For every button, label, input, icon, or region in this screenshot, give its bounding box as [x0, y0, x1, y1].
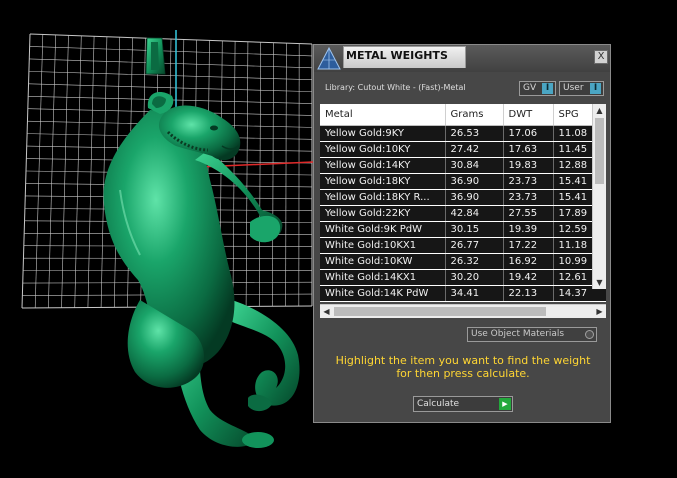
cell-dwt: 27.55: [503, 206, 553, 222]
cell-grams: 26.32: [445, 254, 503, 270]
horizontal-scrollbar[interactable]: ◀ ▶: [320, 304, 606, 318]
radio-indicator-icon: [585, 330, 594, 339]
cell-grams: 34.41: [445, 286, 503, 302]
table-row[interactable]: White Gold:14KX130.2019.4212.61: [320, 270, 606, 286]
cell-grams: 27.42: [445, 142, 503, 158]
table-header-row: Metal Grams DWT SPG: [320, 104, 606, 126]
library-label: Library: Cutout White - (Fast)-Metal: [325, 83, 466, 92]
cell-dwt: 16.92: [503, 254, 553, 270]
cell-dwt: 19.83: [503, 158, 553, 174]
table-row[interactable]: Yellow Gold:9KY26.5317.0611.08: [320, 126, 606, 142]
column-header-dwt[interactable]: DWT: [503, 104, 553, 126]
table-row[interactable]: Yellow Gold:18KY R...36.9023.7315.41: [320, 190, 606, 206]
cell-metal: White Gold:14KX1: [320, 270, 445, 286]
column-header-grams[interactable]: Grams: [445, 104, 503, 126]
cell-metal: Yellow Gold:10KY: [320, 142, 445, 158]
metal-weights-table: Metal Grams DWT SPG Yellow Gold:9KY26.53…: [320, 104, 606, 302]
panel-header: METAL WEIGHTS X: [314, 45, 610, 72]
column-header-metal[interactable]: Metal: [320, 104, 445, 126]
cell-grams: 30.84: [445, 158, 503, 174]
cell-grams: 30.15: [445, 222, 503, 238]
cell-dwt: 17.22: [503, 238, 553, 254]
calculate-label: Calculate: [417, 399, 459, 409]
cell-dwt: 22.13: [503, 286, 553, 302]
cell-dwt: 17.06: [503, 126, 553, 142]
cell-grams: 26.53: [445, 126, 503, 142]
scroll-left-arrow-icon[interactable]: ◀: [320, 305, 333, 318]
close-icon: X: [598, 51, 605, 62]
table-row[interactable]: White Gold:9K PdW30.1519.3912.59: [320, 222, 606, 238]
cell-dwt: 23.73: [503, 174, 553, 190]
cell-grams: 36.90: [445, 190, 503, 206]
cell-metal: White Gold:10KW: [320, 254, 445, 270]
cell-metal: Yellow Gold:9KY: [320, 126, 445, 142]
calculate-button[interactable]: Calculate ▶: [413, 396, 513, 412]
vertical-scroll-thumb[interactable]: [595, 118, 604, 184]
gv-library-toggle[interactable]: GV I: [519, 81, 556, 96]
user-library-toggle[interactable]: User I: [559, 81, 604, 96]
pyramid-logo-icon: [316, 46, 342, 71]
cell-metal: White Gold:14K PdW: [320, 286, 445, 302]
play-icon: ▶: [499, 398, 511, 410]
table-row[interactable]: Yellow Gold:22KY42.8427.5517.89: [320, 206, 606, 222]
instructions-line-2: for then press calculate.: [320, 367, 606, 380]
vertical-scrollbar[interactable]: ▲ ▼: [592, 104, 606, 289]
cell-dwt: 17.63: [503, 142, 553, 158]
scroll-down-arrow-icon[interactable]: ▼: [593, 276, 606, 289]
toggle-indicator-icon: I: [590, 83, 601, 94]
cell-grams: 42.84: [445, 206, 503, 222]
cell-metal: Yellow Gold:18KY R...: [320, 190, 445, 206]
cell-grams: 26.77: [445, 238, 503, 254]
panel-title: METAL WEIGHTS: [343, 46, 466, 68]
use-object-materials-button[interactable]: Use Object Materials: [467, 327, 597, 342]
scroll-right-arrow-icon[interactable]: ▶: [593, 305, 606, 318]
toggle-indicator-icon: I: [542, 83, 553, 94]
cell-metal: Yellow Gold:22KY: [320, 206, 445, 222]
cell-grams: 36.90: [445, 174, 503, 190]
gv-toggle-label: GV: [523, 83, 536, 93]
horizontal-scroll-thumb[interactable]: [334, 307, 546, 316]
table-row[interactable]: White Gold:10KW26.3216.9210.99: [320, 254, 606, 270]
table-row[interactable]: Yellow Gold:14KY30.8419.8312.88: [320, 158, 606, 174]
cell-metal: White Gold:9K PdW: [320, 222, 445, 238]
instructions-text: Highlight the item you want to find the …: [320, 354, 606, 380]
table-row[interactable]: Yellow Gold:18KY36.9023.7315.41: [320, 174, 606, 190]
user-toggle-label: User: [563, 83, 584, 93]
table-row[interactable]: White Gold:10KX126.7717.2211.18: [320, 238, 606, 254]
cell-metal: White Gold:10KX1: [320, 238, 445, 254]
metal-table-container[interactable]: Metal Grams DWT SPG Yellow Gold:9KY26.53…: [320, 104, 606, 302]
close-button[interactable]: X: [594, 50, 608, 64]
cell-dwt: 19.42: [503, 270, 553, 286]
panther-pendant-model[interactable]: [103, 38, 299, 448]
cell-dwt: 23.73: [503, 190, 553, 206]
instructions-line-1: Highlight the item you want to find the …: [320, 354, 606, 367]
cell-dwt: 19.39: [503, 222, 553, 238]
grid-line: [286, 43, 287, 306]
use-object-materials-label: Use Object Materials: [471, 329, 564, 339]
cell-metal: Yellow Gold:14KY: [320, 158, 445, 174]
table-row[interactable]: White Gold:14K PdW34.4122.1314.37: [320, 286, 606, 302]
cell-grams: 30.20: [445, 270, 503, 286]
metal-weights-panel: METAL WEIGHTS X Library: Cutout White - …: [313, 44, 611, 423]
table-row[interactable]: Yellow Gold:10KY27.4217.6311.45: [320, 142, 606, 158]
scroll-up-arrow-icon[interactable]: ▲: [593, 104, 606, 117]
cell-metal: Yellow Gold:18KY: [320, 174, 445, 190]
